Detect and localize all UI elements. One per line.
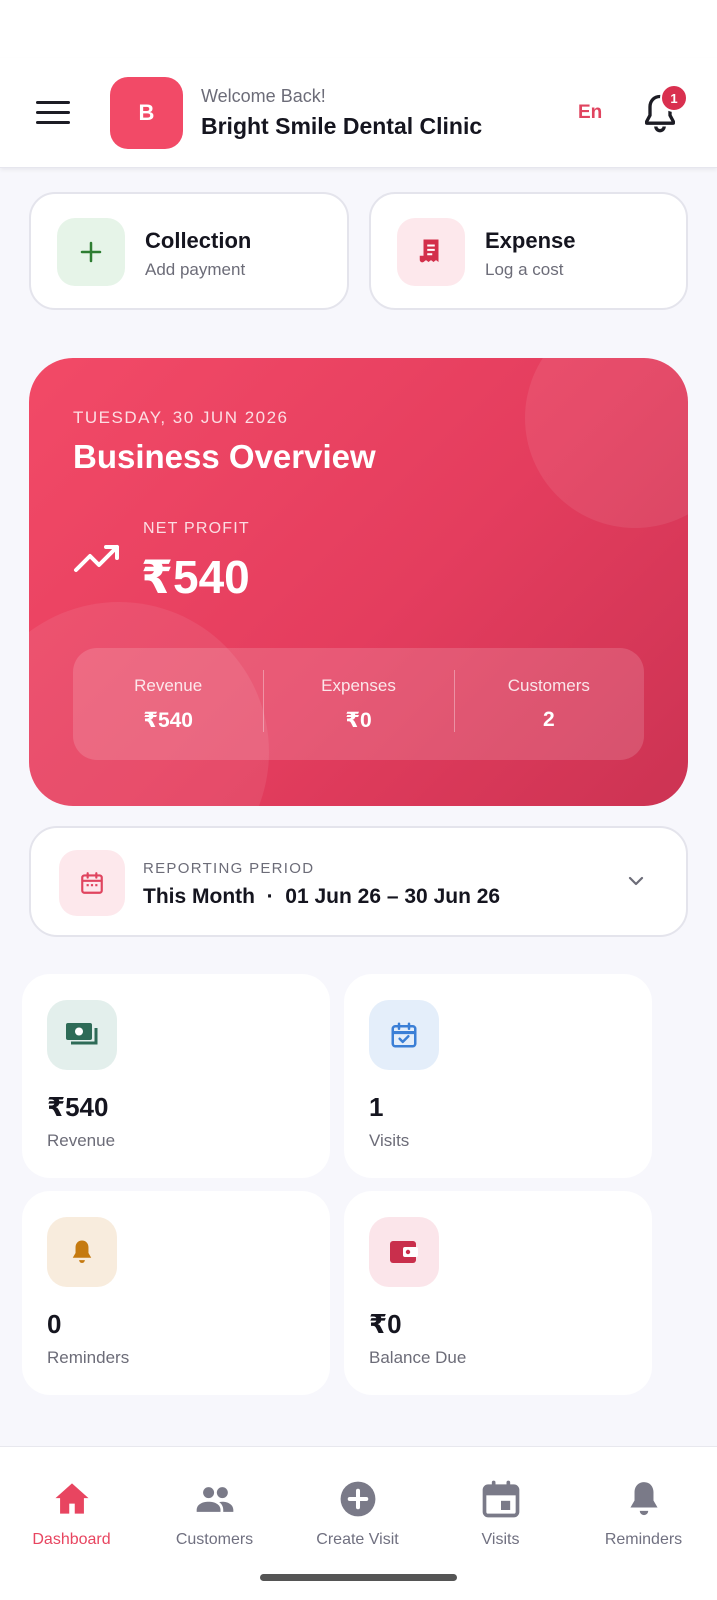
balance-due-value: ₹0 [369, 1309, 402, 1339]
period-value: This Month · 01 Jun 26 – 30 Jun 26 [143, 885, 501, 908]
people-icon [193, 1477, 237, 1521]
home-icon [50, 1477, 94, 1521]
revenue-value: ₹540 [47, 1092, 109, 1122]
notification-badge: 1 [660, 84, 688, 112]
stat-label: Expenses [321, 675, 396, 695]
calendar-icon [479, 1477, 523, 1521]
expense-card[interactable]: Expense Log a cost [369, 192, 688, 310]
stat-value: 2 [542, 708, 555, 731]
stat-label: Revenue [134, 675, 203, 695]
nav-dashboard[interactable]: Dashboard [0, 1477, 143, 1549]
expense-title: Expense [485, 228, 576, 253]
overview-stat-expenses: Expenses ₹0 [263, 669, 453, 733]
language-toggle[interactable]: En [578, 102, 602, 124]
nav-label: Dashboard [32, 1531, 111, 1548]
chevron-down-icon[interactable] [625, 870, 647, 892]
calendar-icon [59, 850, 125, 916]
add-circle-icon [336, 1477, 380, 1521]
nav-customers[interactable]: Customers [143, 1477, 286, 1549]
app-header: B Welcome Back! Bright Smile Dental Clin… [0, 58, 717, 168]
trending-up-icon [73, 542, 121, 576]
reminders-stat-card[interactable]: 0 Reminders [22, 1191, 330, 1395]
cash-icon [47, 1000, 117, 1070]
nav-label: Visits [481, 1531, 520, 1548]
wallet-icon [369, 1217, 439, 1287]
revenue-label: Revenue [47, 1131, 116, 1150]
bell-icon [47, 1217, 117, 1287]
clinic-name: Bright Smile Dental Clinic [201, 113, 483, 139]
visits-stat-card[interactable]: 1 Visits [344, 974, 652, 1178]
visits-value: 1 [369, 1092, 384, 1122]
reporting-period-selector[interactable]: REPORTING PERIOD This Month · 01 Jun 26 … [29, 826, 688, 937]
nav-reminders[interactable]: Reminders [572, 1477, 715, 1549]
overview-stat-customers: Customers 2 [453, 670, 644, 732]
collection-subtitle: Add payment [145, 260, 246, 279]
stat-value: ₹540 [143, 708, 193, 732]
receipt-icon [397, 218, 465, 286]
hamburger-menu-icon[interactable] [36, 92, 80, 132]
period-label: REPORTING PERIOD [143, 860, 315, 877]
home-indicator[interactable] [260, 1574, 457, 1581]
nav-label: Reminders [604, 1531, 683, 1548]
decorative-circle [525, 358, 688, 528]
balance-due-label: Balance Due [369, 1348, 467, 1367]
expense-subtitle: Log a cost [485, 260, 564, 279]
clinic-logo: B [110, 77, 183, 149]
status-bar [0, 0, 717, 58]
collection-card[interactable]: Collection Add payment [29, 192, 349, 310]
bell-icon [622, 1477, 666, 1521]
nav-create-visit[interactable]: Create Visit [286, 1477, 429, 1549]
balance-due-stat-card[interactable]: ₹0 Balance Due [344, 1191, 652, 1395]
reminders-value: 0 [47, 1309, 62, 1339]
welcome-text: Welcome Back! [201, 86, 326, 106]
overview-stat-revenue: Revenue ₹540 [73, 676, 263, 733]
plus-icon [57, 218, 125, 286]
overview-stats: Revenue ₹540 Expenses ₹0 Customers 2 [73, 648, 644, 760]
stat-value: ₹0 [345, 708, 372, 732]
net-profit-label: NET PROFIT [143, 520, 250, 537]
revenue-stat-card[interactable]: ₹540 Revenue [22, 974, 330, 1178]
visits-label: Visits [369, 1131, 410, 1150]
net-profit-value: ₹540 [141, 551, 250, 603]
stat-label: Customers [507, 676, 590, 695]
collection-title: Collection [145, 228, 252, 253]
business-overview-card: TUESDAY, 30 JUN 2026 Business Overview N… [29, 358, 688, 806]
nav-visits[interactable]: Visits [429, 1477, 572, 1549]
overview-date: TUESDAY, 30 JUN 2026 [73, 408, 289, 427]
nav-label: Create Visit [316, 1531, 399, 1548]
reminders-label: Reminders [47, 1348, 130, 1367]
calendar-check-icon [369, 1000, 439, 1070]
overview-title: Business Overview [73, 438, 376, 475]
nav-label: Customers [175, 1531, 254, 1548]
